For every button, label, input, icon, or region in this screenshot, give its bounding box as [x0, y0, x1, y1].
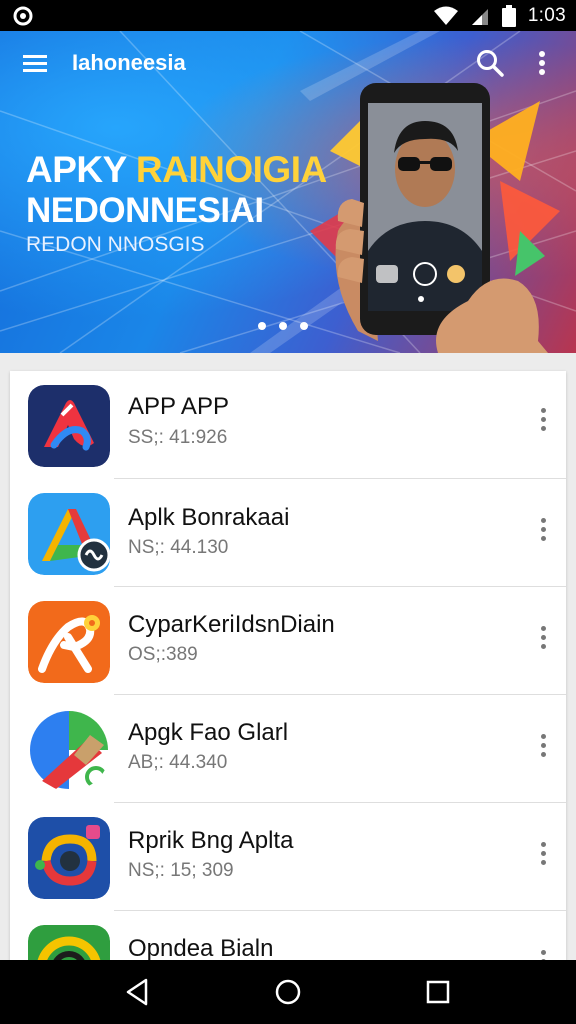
app-meta: OS;:389	[128, 644, 198, 665]
phone-in-hand-illustration	[335, 83, 548, 353]
list-item[interactable]: Apgk Fao Glarl AB;: 44.340	[10, 695, 566, 803]
recents-icon[interactable]	[422, 976, 454, 1008]
overflow-menu-icon[interactable]	[530, 402, 556, 436]
app-name: Apgk Fao Glarl	[128, 719, 289, 746]
rainbow-a-logo-icon	[28, 493, 110, 575]
orange-p-logo-icon	[28, 601, 110, 683]
hamburger-menu-icon[interactable]	[20, 48, 50, 78]
search-icon[interactable]	[474, 47, 506, 79]
carousel-dot[interactable]	[258, 322, 266, 330]
carousel-indicator[interactable]	[258, 322, 308, 330]
app-name: Rprik Bng Aplta	[128, 827, 294, 854]
app-meta: AB;: 44.340	[128, 752, 228, 773]
carousel-dot[interactable]	[300, 322, 308, 330]
overflow-menu-icon[interactable]	[530, 620, 556, 654]
green-red-pencil-logo-icon	[30, 711, 109, 790]
app-name: Aplk Bonrakaai	[128, 504, 290, 531]
more-vert-icon[interactable]	[528, 47, 556, 79]
system-nav-bar	[0, 960, 576, 1024]
status-bar: 1:03	[0, 0, 576, 31]
list-item[interactable]: Aplk Bonrakaai NS;: 44.130	[10, 479, 566, 587]
back-icon[interactable]	[122, 976, 154, 1008]
app-meta: NS;: 15; 309	[128, 860, 234, 881]
banner-headline-line2: NEDONNESIAI	[26, 191, 264, 230]
banner-headline-part: APKY	[26, 149, 136, 190]
app-title: Iahoneesia	[72, 50, 186, 75]
overflow-menu-icon[interactable]	[530, 728, 556, 762]
app-name: APP APP	[128, 393, 229, 420]
list-item[interactable]: CyparKeriIdsnDiain OS;:389	[10, 587, 566, 695]
list-item[interactable]: Rprik Bng Aplta NS;: 15; 309	[10, 803, 566, 911]
banner-headline-accent: RAINOIGIA	[135, 149, 327, 190]
notification-circle-icon	[13, 6, 33, 26]
banner-headline: APKY RAINOIGIA	[26, 149, 327, 191]
red-blue-a-logo-icon	[28, 385, 110, 467]
banner-subtitle: REDON NNOSGIS	[26, 233, 205, 256]
signal-icon	[471, 9, 488, 25]
wifi-icon	[433, 6, 458, 25]
overflow-menu-icon[interactable]	[530, 836, 556, 870]
overflow-menu-icon[interactable]	[530, 512, 556, 546]
battery-icon	[501, 5, 516, 27]
blue-ring-logo-icon	[28, 817, 110, 899]
app-list: APP APP SS;: 41:926 Aplk Bonrakaai NS;: …	[10, 371, 566, 1007]
app-name: CyparKeriIdsnDiain	[128, 611, 335, 638]
list-item[interactable]: APP APP SS;: 41:926	[10, 371, 566, 479]
promo-banner[interactable]: Iahoneesia APKY RAINOIGIA NEDONNESIAI RE…	[0, 31, 576, 353]
app-meta: NS;: 44.130	[128, 537, 229, 558]
status-time: 1:03	[527, 5, 566, 26]
app-meta: SS;: 41:926	[128, 427, 228, 448]
app-name: Opndea Bialn	[128, 935, 274, 962]
home-icon[interactable]	[272, 976, 304, 1008]
carousel-dot[interactable]	[279, 322, 287, 330]
